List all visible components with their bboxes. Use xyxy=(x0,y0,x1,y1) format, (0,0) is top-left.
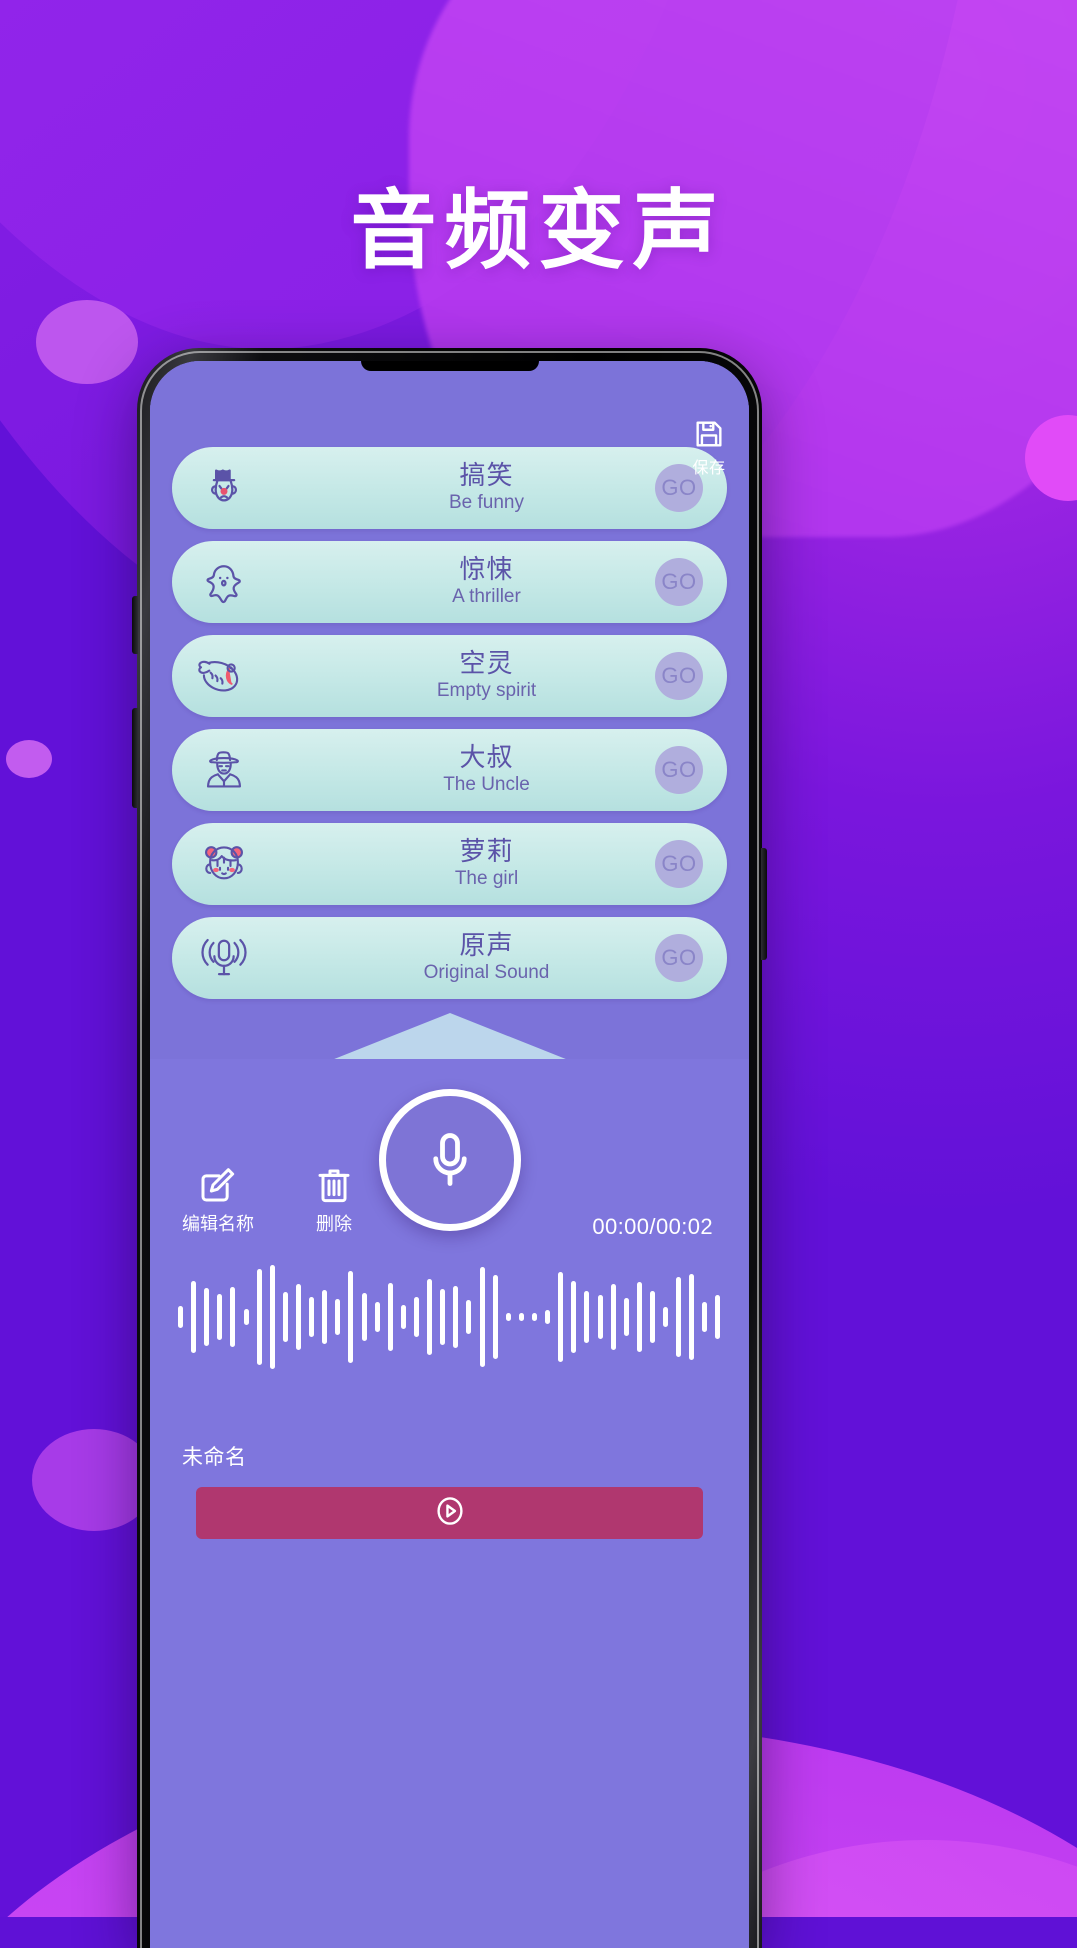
go-button[interactable]: GO xyxy=(655,746,703,794)
edit-name-button[interactable]: 编辑名称 xyxy=(180,1165,256,1236)
waveform-bar xyxy=(375,1302,380,1332)
waveform-bar xyxy=(466,1300,471,1334)
waveform-bar xyxy=(584,1291,589,1343)
waveform-bar xyxy=(178,1306,183,1328)
play-circle-icon xyxy=(432,1493,468,1534)
waveform-bar xyxy=(650,1291,655,1343)
waveform-bar xyxy=(598,1295,603,1339)
audio-waveform[interactable] xyxy=(178,1259,721,1375)
editing-tools: 编辑名称 删除 xyxy=(180,1165,372,1236)
waveform-bar xyxy=(571,1281,576,1353)
waveform-bar xyxy=(663,1307,668,1327)
waveform-bar xyxy=(624,1298,629,1336)
waveform-bar xyxy=(388,1283,393,1351)
phone-mockup: 保存 xyxy=(137,348,762,1948)
phone-power-button xyxy=(761,848,767,960)
go-button[interactable]: GO xyxy=(655,934,703,982)
voice-row-be-funny[interactable]: 搞笑 Be funny GO xyxy=(172,447,727,529)
voice-name-en: Original Sound xyxy=(246,961,727,985)
waveform-bar xyxy=(335,1299,340,1335)
waveform-bar xyxy=(689,1274,694,1360)
waveform-bar xyxy=(191,1281,196,1353)
voice-changer-app: 保存 xyxy=(150,361,749,1948)
waveform-bar xyxy=(270,1265,275,1369)
waveform-bar xyxy=(440,1289,445,1345)
waveform-bar xyxy=(493,1275,498,1359)
microphone-icon xyxy=(414,1122,486,1199)
waveform-bar xyxy=(362,1293,367,1341)
waveform-bar xyxy=(519,1313,524,1321)
waveform-bar xyxy=(637,1282,642,1352)
voice-name-en: Be funny xyxy=(246,491,727,515)
waveform-bar xyxy=(453,1286,458,1348)
voice-row-a-thriller[interactable]: 惊悚 A thriller GO xyxy=(172,541,727,623)
voice-row-original-sound[interactable]: 原声 Original Sound GO xyxy=(172,917,727,999)
waveform-bar xyxy=(715,1295,720,1339)
waveform-bar xyxy=(217,1294,222,1340)
waveform-bar xyxy=(204,1288,209,1346)
app-top-section: 保存 xyxy=(150,361,749,1059)
voice-row-the-uncle[interactable]: 大叔 The Uncle GO xyxy=(172,729,727,811)
save-button[interactable]: 保存 xyxy=(679,417,739,478)
waveform-bar xyxy=(545,1310,550,1324)
waveform-bar xyxy=(506,1313,511,1321)
voice-row-the-girl[interactable]: 萝莉 The girl GO xyxy=(172,823,727,905)
voice-name-en: Empty spirit xyxy=(246,679,727,703)
waveform-bar xyxy=(676,1277,681,1357)
go-button[interactable]: GO xyxy=(655,558,703,606)
waveform-bar xyxy=(283,1292,288,1342)
edit-pencil-icon xyxy=(180,1165,256,1205)
trash-icon xyxy=(296,1165,372,1205)
voice-effect-list: 搞笑 Be funny GO xyxy=(150,447,749,999)
phone-screen: 保存 xyxy=(150,361,749,1948)
waveform-bar xyxy=(257,1269,262,1365)
waveform-bar xyxy=(244,1309,249,1325)
waveform-bar xyxy=(427,1279,432,1355)
waveform-bar xyxy=(480,1267,485,1367)
waveform-bar xyxy=(702,1302,707,1332)
waveform-bar xyxy=(532,1313,537,1321)
voice-row-empty-spirit[interactable]: 空灵 Empty spirit GO xyxy=(172,635,727,717)
recording-filename: 未命名 xyxy=(182,1441,247,1471)
waveform-bar xyxy=(401,1305,406,1329)
waveform-bar xyxy=(611,1284,616,1350)
go-button[interactable]: GO xyxy=(655,652,703,700)
waveform-bar xyxy=(296,1284,301,1350)
decorative-circle-2 xyxy=(6,740,52,778)
save-floppy-icon xyxy=(679,417,739,451)
phone-volume-up-button xyxy=(132,596,138,654)
timecode-display: 00:00/00:02 xyxy=(592,1214,713,1240)
voice-name-en: The girl xyxy=(246,867,727,891)
waveform-bar xyxy=(558,1272,563,1362)
voice-name-en: A thriller xyxy=(246,585,727,609)
delete-button[interactable]: 删除 xyxy=(296,1165,372,1236)
waveform-bar xyxy=(309,1297,314,1337)
page-title: 音频变声 xyxy=(0,160,1077,285)
waveform-bar xyxy=(414,1297,419,1337)
phone-volume-down-button xyxy=(132,708,138,808)
waveform-bar xyxy=(230,1287,235,1347)
go-button[interactable]: GO xyxy=(655,840,703,888)
voice-name-en: The Uncle xyxy=(246,773,727,797)
delete-label: 删除 xyxy=(296,1210,372,1236)
edit-name-label: 编辑名称 xyxy=(180,1210,256,1236)
record-button[interactable] xyxy=(379,1089,521,1231)
waveform-bar xyxy=(322,1290,327,1344)
save-button-label: 保存 xyxy=(679,454,739,478)
decorative-circle-1 xyxy=(36,300,138,384)
play-button[interactable] xyxy=(196,1487,703,1539)
waveform-bar xyxy=(348,1271,353,1363)
phone-notch xyxy=(361,361,539,371)
